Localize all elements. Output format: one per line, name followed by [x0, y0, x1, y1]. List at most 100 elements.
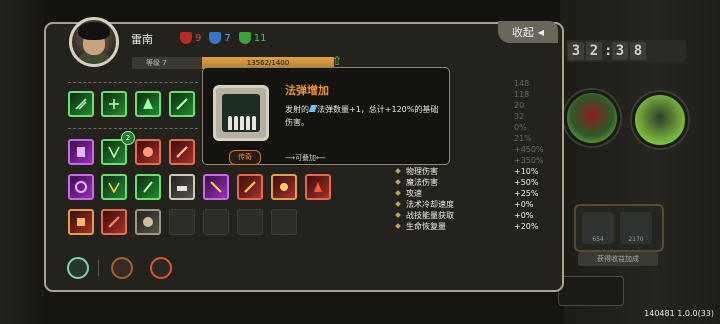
- stat-value: +20%: [514, 222, 539, 231]
- diamond-bullet-icon: [395, 179, 401, 185]
- level-label: 等级 7: [132, 57, 202, 69]
- timer-digit: 2: [586, 42, 602, 60]
- kill-count: 9: [195, 32, 202, 44]
- arrow-left-icon: ◀: [537, 27, 545, 37]
- background-button: [558, 276, 624, 306]
- stat-value: 20: [514, 101, 525, 110]
- kill-count: 11: [253, 32, 267, 44]
- stat-value: +0%: [514, 200, 534, 209]
- empty-skill-slot[interactable]: [169, 209, 195, 235]
- stackable-note: ⟶可叠加⟵: [285, 154, 327, 162]
- ammo-belt-icon: [213, 85, 269, 141]
- skill-slot[interactable]: [169, 139, 195, 165]
- stat-value: 32: [514, 112, 525, 121]
- ally-portrait[interactable]: [632, 92, 688, 148]
- tooltip-title: 法弹增加: [285, 84, 329, 97]
- stat-value: +10%: [514, 167, 539, 176]
- diamond-bullet-icon: [395, 201, 401, 207]
- stat-label: 攻速: [406, 189, 422, 198]
- version-label: 140481 1.0.0(33): [644, 309, 714, 318]
- stat-label: 法术冷却速度: [406, 200, 454, 209]
- diamond-bullet-icon: [395, 223, 401, 229]
- timer-digit: 3: [612, 42, 628, 60]
- stat-value: 21%: [514, 134, 532, 143]
- skill-slot[interactable]: [169, 91, 195, 117]
- skill-slot[interactable]: [101, 174, 127, 200]
- stat-value: +50%: [514, 178, 539, 187]
- skill-slot[interactable]: [68, 174, 94, 200]
- background-left: [0, 0, 44, 324]
- demon-mask-icon: [209, 32, 222, 44]
- timer-digit: 3: [568, 42, 584, 60]
- empty-skill-slot[interactable]: [237, 209, 263, 235]
- skill-slot[interactable]: [135, 174, 161, 200]
- stat-row: 魔法伤害 +50%: [395, 177, 546, 188]
- divider: [98, 260, 99, 276]
- diamond-bullet-icon: [395, 212, 401, 218]
- diamond-bullet-icon: [395, 190, 401, 196]
- timer-digit: 8: [630, 42, 646, 60]
- slash-ability-icon[interactable]: [111, 257, 133, 279]
- locked-rewards-panel[interactable]: 654 2170: [574, 204, 664, 252]
- kill-counter-red: 9: [180, 32, 201, 44]
- demon-mask-icon: [238, 32, 251, 44]
- divider: [68, 128, 198, 131]
- diamond-bullet-icon: [395, 168, 401, 174]
- divider: [68, 82, 198, 85]
- skill-slot[interactable]: [68, 139, 94, 165]
- skill-slot-selected[interactable]: [169, 174, 195, 200]
- stat-value: 0%: [514, 123, 527, 132]
- tooltip-description: 发射的 法弹数量+1，总计+120%的基础伤害。: [285, 103, 445, 129]
- skill-slot[interactable]: [305, 174, 331, 200]
- magic-bullet-icon: [308, 105, 318, 112]
- skill-slot[interactable]: [135, 139, 161, 165]
- skill-slot[interactable]: [101, 209, 127, 235]
- kill-counter-green: 11: [238, 32, 267, 44]
- boss-portrait[interactable]: [564, 90, 620, 146]
- kill-count: 7: [224, 32, 231, 44]
- avatar: [69, 17, 119, 67]
- skill-slot[interactable]: [203, 174, 229, 200]
- locked-slot: 2170: [620, 212, 652, 244]
- stat-label: 魔法伤害: [406, 178, 438, 187]
- stat-value: +350%: [514, 156, 544, 165]
- claw-ability-icon[interactable]: [67, 257, 89, 279]
- skill-slot[interactable]: [135, 209, 161, 235]
- skill-slot[interactable]: [237, 174, 263, 200]
- collapse-label: 收起: [511, 26, 534, 39]
- fire-ability-icon[interactable]: [150, 257, 172, 279]
- stat-value: +0%: [514, 211, 534, 220]
- timer-display: 3 2 : 3 8: [566, 40, 686, 62]
- empty-skill-slot[interactable]: [203, 209, 229, 235]
- skill-slot[interactable]: [101, 91, 127, 117]
- demon-mask-icon: [180, 32, 192, 44]
- item-tooltip: 法弹增加 发射的 法弹数量+1，总计+120%的基础伤害。 传奇 ⟶可叠加⟵: [202, 67, 450, 165]
- skill-slot[interactable]: [135, 91, 161, 117]
- stat-row: 战技能量获取 +0%: [395, 210, 546, 221]
- stat-label: 生命恢复量: [406, 222, 446, 231]
- skill-slot[interactable]: [271, 174, 297, 200]
- empty-skill-slot[interactable]: [271, 209, 297, 235]
- collapse-button[interactable]: 收起 ◀: [498, 21, 558, 43]
- stat-row: 生命恢复量 +20%: [395, 221, 546, 232]
- stat-value: 118: [514, 90, 530, 99]
- background-bottom: [44, 292, 564, 324]
- skill-slot[interactable]: [68, 209, 94, 235]
- skill-slot[interactable]: [68, 91, 94, 117]
- stat-value: 148: [514, 79, 530, 88]
- stat-row: 法术冷却速度 +0%: [395, 199, 546, 210]
- kill-counter-blue: 7: [209, 32, 231, 44]
- locked-slot-value: 2170: [628, 236, 644, 243]
- locked-slot: 654: [582, 212, 614, 244]
- stat-row: 攻速 +25%: [395, 188, 546, 199]
- locked-slot-value: 654: [592, 236, 604, 243]
- rarity-badge: 传奇: [229, 150, 261, 165]
- stack-badge: 2: [121, 131, 135, 145]
- stat-label: 战技能量获取: [406, 211, 454, 220]
- stat-value: +450%: [514, 145, 544, 154]
- stat-row: 物理伤害 +10%: [395, 166, 546, 177]
- timer-colon: :: [604, 43, 613, 59]
- tooltip-description-part: 发射的: [285, 105, 309, 114]
- player-name: 雷南: [131, 33, 153, 46]
- kill-counters: 9 7 11: [180, 32, 266, 44]
